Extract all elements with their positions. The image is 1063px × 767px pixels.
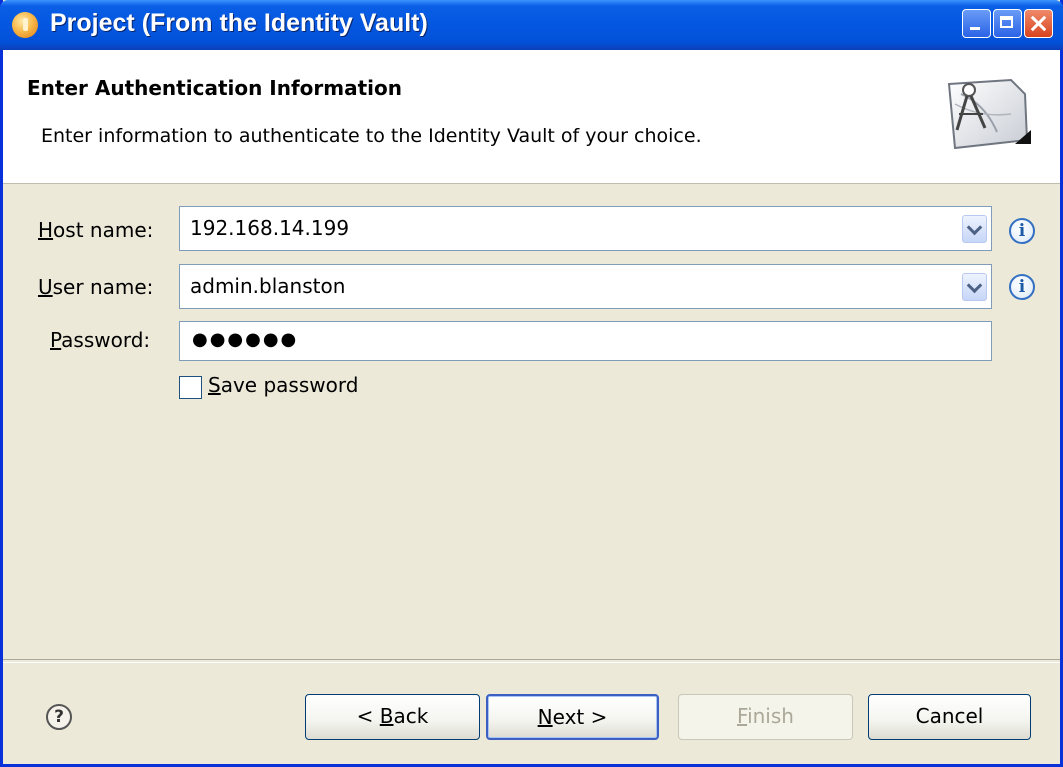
page-description: Enter information to authenticate to the… (41, 125, 702, 147)
user-name-combobox[interactable]: admin.blanston (179, 264, 992, 309)
host-name-value[interactable]: 192.168.14.199 (190, 216, 349, 240)
help-icon[interactable]: ? (46, 704, 72, 730)
finish-button: Finish (678, 694, 853, 740)
host-name-label: Host name: (38, 218, 154, 242)
save-password-label[interactable]: Save password (208, 373, 358, 397)
close-button[interactable] (1024, 9, 1053, 38)
host-name-info-icon[interactable]: i (1009, 218, 1035, 244)
wizard-dialog: Project (From the Identity Vault) Enter … (0, 0, 1063, 767)
user-name-value[interactable]: admin.blanston (190, 274, 345, 298)
window-title: Project (From the Identity Vault) (50, 9, 428, 37)
wizard-header: Enter Authentication Information Enter i… (3, 50, 1060, 184)
next-button[interactable]: Next > (486, 694, 659, 740)
cancel-button[interactable]: Cancel (868, 694, 1031, 740)
page-title: Enter Authentication Information (27, 76, 403, 100)
user-name-info-icon[interactable]: i (1009, 274, 1035, 300)
user-name-dropdown-button[interactable] (962, 273, 987, 301)
password-field[interactable]: ●●●●●● (179, 321, 992, 361)
minimize-button[interactable] (962, 9, 991, 38)
app-icon (12, 12, 38, 38)
title-bar[interactable]: Project (From the Identity Vault) (0, 0, 1063, 50)
save-password-checkbox[interactable] (179, 376, 202, 399)
back-button[interactable]: < Back (305, 694, 480, 740)
user-name-label: User name: (38, 275, 154, 299)
host-name-dropdown-button[interactable] (962, 215, 987, 243)
wizard-banner-icon (947, 78, 1031, 150)
host-name-combobox[interactable]: 192.168.14.199 (179, 206, 992, 251)
password-value[interactable]: ●●●●●● (192, 329, 298, 350)
password-label: Password: (50, 328, 151, 352)
maximize-button[interactable] (993, 9, 1022, 38)
button-bar-separator (3, 659, 1060, 663)
